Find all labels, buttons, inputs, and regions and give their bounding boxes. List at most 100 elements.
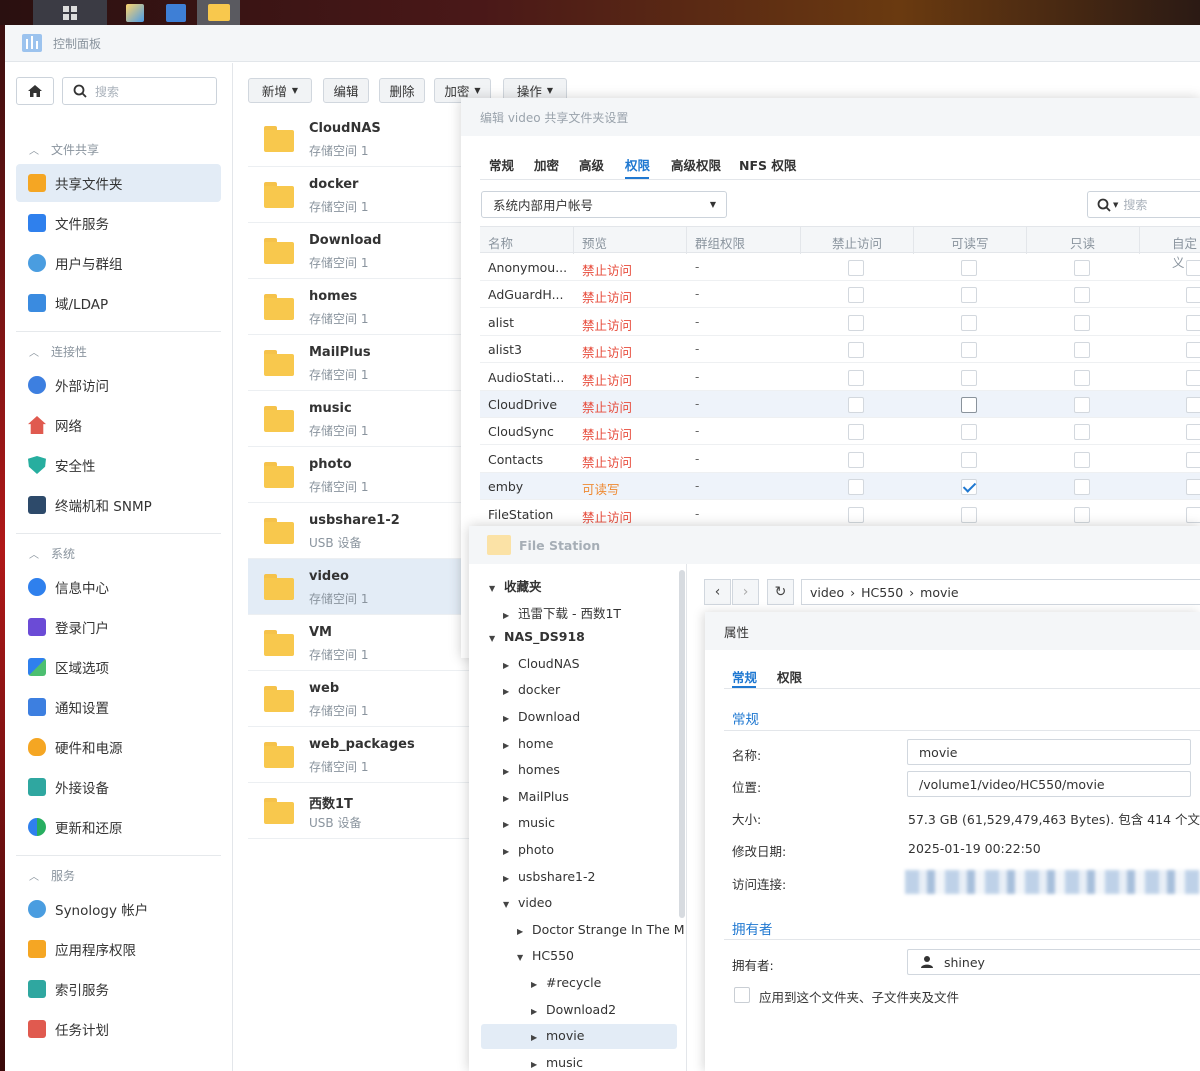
tree-node[interactable]: ▶ MailPlus: [503, 789, 569, 804]
location-field[interactable]: /volume1/video/HC550/movie: [907, 771, 1191, 797]
sidebar-item-shared-folder[interactable]: 共享文件夹: [16, 164, 221, 202]
read-write-checkbox[interactable]: [961, 479, 977, 496]
sidebar-item-hardware-power[interactable]: 硬件和电源: [16, 728, 221, 766]
access-link-blurred[interactable]: [905, 870, 1200, 894]
no-access-checkbox[interactable]: [848, 506, 864, 523]
custom-checkbox[interactable]: [1186, 260, 1200, 276]
permission-row[interactable]: AudioStati... 禁止访问 -: [480, 364, 1200, 391]
caret-down-icon[interactable]: ▼: [489, 634, 499, 643]
shared-folder-row[interactable]: web_packages 存储空间 1: [248, 727, 478, 783]
read-write-checkbox[interactable]: [961, 287, 977, 304]
shared-folder-row[interactable]: video 存储空间 1: [248, 559, 478, 615]
path-breadcrumb[interactable]: video › HC550 › movie: [801, 579, 1200, 605]
tab-advanced[interactable]: 高级: [579, 155, 604, 174]
edit-button[interactable]: 编辑: [323, 78, 369, 103]
shared-folder-row[interactable]: usbshare1-2 USB 设备: [248, 503, 478, 559]
section-services[interactable]: ︿ 服务: [29, 867, 75, 884]
no-access-checkbox[interactable]: [848, 397, 864, 413]
window-titlebar[interactable]: 控制面板: [5, 25, 1200, 62]
tree-node[interactable]: ▶ Download: [503, 709, 580, 724]
caret-right-icon[interactable]: ▶: [531, 980, 541, 989]
read-write-checkbox[interactable]: [961, 424, 977, 441]
user-source-select[interactable]: 系统内部用户帐号 ▼: [481, 191, 727, 218]
caret-right-icon[interactable]: ▶: [503, 687, 513, 696]
read-write-checkbox[interactable]: [961, 506, 977, 523]
sidebar-item-notification[interactable]: 通知设置: [16, 688, 221, 726]
apply-recursive-checkbox[interactable]: [734, 987, 750, 1003]
permission-row[interactable]: AdGuardH... 禁止访问 -: [480, 281, 1200, 309]
section-system[interactable]: ︿ 系统: [29, 545, 75, 562]
custom-checkbox[interactable]: [1186, 342, 1200, 359]
caret-right-icon[interactable]: ▶: [503, 661, 513, 670]
no-access-checkbox[interactable]: [848, 479, 864, 496]
no-access-checkbox[interactable]: [848, 369, 864, 386]
owner-select[interactable]: shiney: [907, 949, 1200, 975]
tree-node[interactable]: ▼ HC550: [517, 948, 574, 963]
caret-down-icon[interactable]: ▼: [517, 953, 527, 962]
tree-node[interactable]: ▶ music: [531, 1055, 583, 1070]
sidebar-item-domain-ldap[interactable]: 域/LDAP: [16, 284, 221, 322]
tab-nfs-permissions[interactable]: NFS 权限: [739, 155, 796, 174]
read-write-checkbox[interactable]: [961, 397, 977, 413]
column-no-access[interactable]: 禁止访问: [832, 233, 882, 252]
permission-row[interactable]: Anonymou... 禁止访问 -: [480, 254, 1200, 281]
sidebar-item-external-devices[interactable]: 外接设备: [16, 768, 221, 806]
custom-checkbox[interactable]: [1186, 479, 1200, 496]
permission-row[interactable]: CloudDrive 禁止访问 -: [480, 391, 1200, 418]
permission-row[interactable]: CloudSync 禁止访问 -: [480, 418, 1200, 446]
read-only-checkbox[interactable]: [1074, 342, 1090, 359]
custom-checkbox[interactable]: [1186, 287, 1200, 304]
caret-right-icon[interactable]: ▶: [503, 874, 513, 883]
shared-folder-row[interactable]: VM 存储空间 1: [248, 615, 478, 671]
breadcrumb-movie[interactable]: movie: [920, 585, 958, 600]
sidebar-item-regional-options[interactable]: 区域选项: [16, 648, 221, 686]
section-file-sharing[interactable]: ︿ 文件共享: [29, 141, 99, 158]
read-write-checkbox[interactable]: [961, 260, 977, 276]
permission-row[interactable]: Contacts 禁止访问 -: [480, 446, 1200, 473]
tab-permissions[interactable]: 权限: [777, 667, 802, 686]
no-access-checkbox[interactable]: [848, 451, 864, 468]
sidebar-item-network[interactable]: 网络: [16, 406, 221, 444]
caret-right-icon[interactable]: ▶: [503, 794, 513, 803]
custom-checkbox[interactable]: [1186, 369, 1200, 386]
sidebar-item-file-services[interactable]: 文件服务: [16, 204, 221, 242]
read-write-checkbox[interactable]: [961, 314, 977, 331]
caret-right-icon[interactable]: ▶: [503, 741, 513, 750]
sidebar-item-external-access[interactable]: 外部访问: [16, 366, 221, 404]
dialog-title[interactable]: 编辑 video 共享文件夹设置: [461, 98, 1200, 136]
breadcrumb-video[interactable]: video: [810, 585, 844, 600]
custom-checkbox[interactable]: [1186, 451, 1200, 468]
sidebar-item-login-portal[interactable]: 登录门户: [16, 608, 221, 646]
forward-button[interactable]: ›: [732, 579, 759, 605]
tree-scrollbar[interactable]: [679, 570, 685, 918]
read-only-checkbox[interactable]: [1074, 314, 1090, 331]
read-write-checkbox[interactable]: [961, 451, 977, 468]
sidebar-item-users-groups[interactable]: 用户与群组: [16, 244, 221, 282]
tree-node[interactable]: ▶ home: [503, 736, 553, 751]
caret-down-icon[interactable]: ▼: [489, 584, 499, 593]
sidebar-item-indexing[interactable]: 索引服务: [16, 970, 221, 1008]
name-field[interactable]: movie: [907, 739, 1191, 765]
tab-general[interactable]: 常规: [489, 155, 514, 174]
permission-row[interactable]: alist 禁止访问 -: [480, 309, 1200, 336]
tree-node[interactable]: ▶ Download2: [531, 1002, 616, 1017]
shared-folder-row[interactable]: Download 存储空间 1: [248, 223, 478, 279]
caret-right-icon[interactable]: ▶: [531, 1060, 541, 1069]
shared-folder-row[interactable]: homes 存储空间 1: [248, 279, 478, 335]
sidebar-item-info-center[interactable]: 信息中心: [16, 568, 221, 606]
read-write-checkbox[interactable]: [961, 369, 977, 386]
tree-node[interactable]: ▶ homes: [503, 762, 560, 777]
caret-right-icon[interactable]: ▶: [503, 820, 513, 829]
caret-right-icon[interactable]: ▶: [503, 714, 513, 723]
tree-node[interactable]: ▶ #recycle: [531, 975, 601, 990]
permission-row[interactable]: alist3 禁止访问 -: [480, 336, 1200, 364]
caret-right-icon[interactable]: ▶: [517, 927, 527, 936]
create-button[interactable]: 新增 ▼: [248, 78, 312, 103]
column-group-permission[interactable]: 群组权限: [695, 233, 745, 252]
caret-right-icon[interactable]: ▶: [503, 611, 513, 620]
taskbar-control-panel[interactable]: [162, 0, 190, 25]
tab-advanced-permissions[interactable]: 高级权限: [671, 155, 721, 174]
taskbar-app-1[interactable]: [122, 0, 148, 25]
custom-checkbox[interactable]: [1186, 397, 1200, 413]
caret-down-icon[interactable]: ▼: [503, 900, 513, 909]
